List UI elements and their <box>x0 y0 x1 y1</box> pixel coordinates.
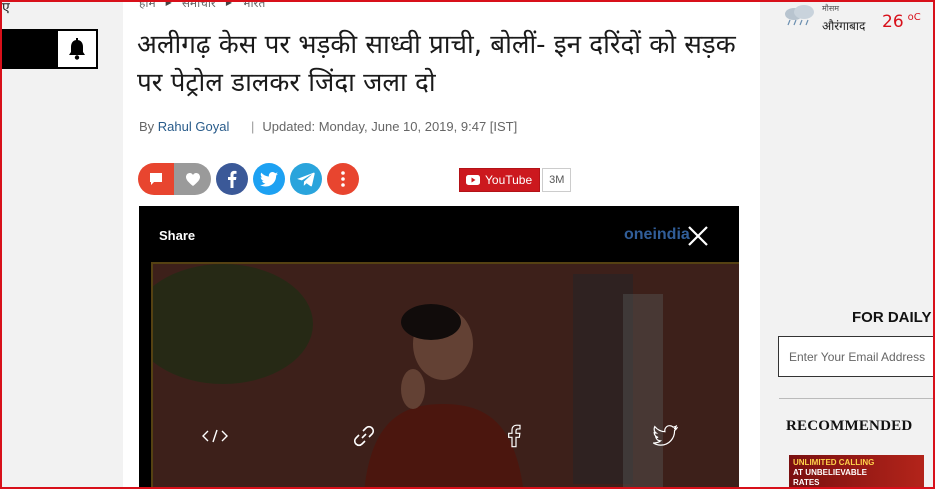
notification-bar <box>0 29 98 69</box>
recommended-heading: RECOMMENDED <box>786 418 913 434</box>
reaction-pill <box>138 163 211 195</box>
more-icon <box>341 171 345 187</box>
article-column: होम ▶ समाचार ▶ भारत अलीगढ़ केस पर भड़की … <box>123 0 760 489</box>
link-icon <box>353 425 375 447</box>
ad-line-1: UNLIMITED CALLING <box>793 458 875 467</box>
breadcrumb-home[interactable]: होम <box>139 0 156 11</box>
heart-icon <box>185 172 200 186</box>
newsletter-email-input[interactable] <box>778 336 935 377</box>
bell-icon <box>69 38 85 60</box>
byline: By Rahul Goyal | Updated: Monday, June 10… <box>139 119 517 134</box>
recommended-divider <box>779 398 935 399</box>
share-overlay-title: Share <box>159 228 196 243</box>
byline-divider: | <box>250 119 255 134</box>
weather-label: मौसम <box>822 4 840 13</box>
facebook-icon <box>508 424 521 448</box>
weather-city: औरंगाबाद <box>822 19 866 33</box>
breadcrumb: होम ▶ समाचार ▶ भारत <box>139 0 265 11</box>
twitter-icon <box>652 425 678 446</box>
article-headline: अलीगढ़ केस पर भड़की साध्वी प्राची, बोलीं… <box>137 30 736 98</box>
embed-button[interactable] <box>201 423 229 449</box>
by-label: By <box>139 119 155 134</box>
youtube-label: YouTube <box>485 173 533 187</box>
copy-link-button[interactable] <box>350 423 378 449</box>
telegram-icon <box>297 172 315 186</box>
facebook-icon <box>228 170 237 188</box>
more-options-button[interactable] <box>327 163 359 195</box>
author-link[interactable]: Rahul Goyal <box>158 119 230 134</box>
left-rail: ए <box>0 0 123 489</box>
channel-watermark: oneindia <box>624 226 690 243</box>
comment-button[interactable] <box>138 163 174 195</box>
recommended-ad-thumbnail[interactable]: UNLIMITED CALLING AT UNBELIEVABLE RATES <box>789 455 924 489</box>
weather-temperature: 26 oC <box>882 12 921 32</box>
chevron-right-icon: ▶ <box>225 0 233 7</box>
temperature-unit: oC <box>907 12 921 24</box>
newsletter-heading: FOR DAILY <box>852 309 932 326</box>
video-share-options <box>139 423 739 449</box>
weather-widget[interactable]: मौसम औरंगाबाद 26 oC <box>782 3 932 33</box>
breadcrumb-news[interactable]: समाचार <box>182 0 216 11</box>
ad-line-3: RATES <box>793 478 820 487</box>
updated-timestamp: Updated: Monday, June 10, 2019, 9:47 [IS… <box>262 119 518 134</box>
embed-icon <box>202 429 228 443</box>
temperature-value: 26 <box>882 12 904 32</box>
telegram-share-button[interactable] <box>290 163 322 195</box>
ad-line-2: AT UNBELIEVABLE <box>793 468 867 477</box>
facebook-share-button[interactable] <box>216 163 248 195</box>
chevron-right-icon: ▶ <box>165 0 172 7</box>
youtube-icon <box>466 175 480 185</box>
like-button[interactable] <box>174 163 211 195</box>
right-sidebar: मौसम औरंगाबाद 26oC FOR DAILY RECOMMENDED… <box>760 0 935 489</box>
rain-cloud-icon <box>785 5 814 26</box>
close-icon[interactable] <box>687 225 709 247</box>
notification-button[interactable] <box>58 31 96 67</box>
twitter-share-button[interactable] <box>253 163 285 195</box>
video-facebook-share[interactable] <box>500 423 528 449</box>
video-player[interactable]: oneindia Share <box>139 206 739 489</box>
video-twitter-share[interactable] <box>651 423 679 449</box>
breadcrumb-india[interactable]: भारत <box>242 0 265 11</box>
twitter-icon <box>260 171 278 187</box>
comment-icon <box>150 173 162 185</box>
left-rail-letter: ए <box>2 0 10 16</box>
youtube-subscribe: YouTube 3M <box>459 168 572 192</box>
youtube-subscriber-count: 3M <box>542 168 572 192</box>
youtube-button[interactable]: YouTube <box>459 168 541 192</box>
